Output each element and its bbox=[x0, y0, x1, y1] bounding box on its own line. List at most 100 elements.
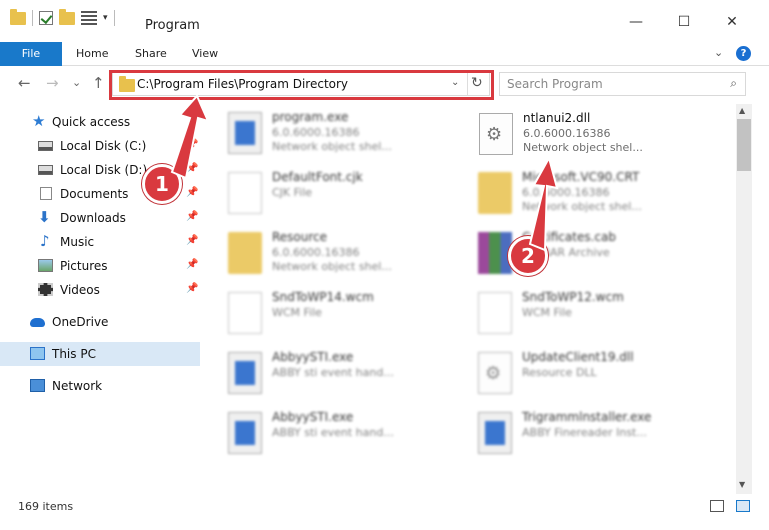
sidebar-item-label: Network bbox=[52, 379, 103, 393]
this-pc-icon bbox=[30, 347, 45, 360]
file-name: Trigrammlnstaller.exe bbox=[522, 410, 652, 424]
sidebar-item-label: Downloads bbox=[60, 211, 126, 225]
search-icon[interactable]: ⌕ bbox=[730, 76, 737, 91]
ribbon-tabs: File Home Share View ⌄ ? bbox=[0, 42, 769, 66]
help-icon[interactable]: ? bbox=[736, 46, 751, 61]
file-item[interactable]: program.exe 6.0.6000.16386 Network objec… bbox=[200, 106, 450, 162]
archive-file-icon bbox=[478, 232, 512, 274]
properties-check-icon[interactable] bbox=[39, 11, 53, 25]
documents-icon bbox=[40, 187, 52, 200]
dll-file-icon bbox=[478, 352, 512, 394]
exe-file-icon bbox=[228, 412, 262, 454]
sidebar-item-label: Pictures bbox=[60, 259, 108, 273]
vertical-scrollbar[interactable]: ▲ ▼ bbox=[736, 104, 752, 494]
file-item[interactable]: AbbyySTI.exe ABBY sti event hand... bbox=[200, 346, 450, 402]
disk-icon bbox=[38, 141, 53, 151]
tab-file[interactable]: File bbox=[0, 42, 62, 66]
onedrive-icon bbox=[30, 318, 45, 327]
sidebar-item-label: Music bbox=[60, 235, 95, 249]
file-item[interactable]: UpdateClient19.dll Resource DLL bbox=[450, 346, 700, 402]
file-type: Resource DLL bbox=[522, 366, 597, 379]
scrollbar-thumb[interactable] bbox=[737, 119, 751, 171]
pin-icon[interactable]: 📌 bbox=[186, 163, 198, 174]
pin-icon[interactable]: 📌 bbox=[186, 283, 198, 294]
dll-file-icon bbox=[479, 113, 513, 155]
pin-icon[interactable]: 📌 bbox=[186, 187, 198, 198]
file-name: AbbyySTI.exe bbox=[272, 350, 354, 364]
file-name: Microsoft.VC90.CRT bbox=[522, 170, 640, 184]
file-description: ABBY sti event hand... bbox=[272, 426, 394, 439]
scroll-down-icon[interactable]: ▼ bbox=[739, 480, 745, 489]
new-folder-icon[interactable] bbox=[59, 8, 75, 25]
file-item[interactable]: Microsoft.VC90.CRT 6.0.6000.16386 Networ… bbox=[450, 166, 700, 222]
pin-icon[interactable]: 📌 bbox=[186, 235, 198, 246]
file-description: Network object shel... bbox=[523, 141, 643, 154]
sidebar-item-label: Videos bbox=[60, 283, 100, 297]
address-highlight bbox=[109, 70, 494, 100]
large-icons-view-icon[interactable] bbox=[736, 500, 750, 512]
sidebar-item-pictures[interactable]: Pictures 📌 bbox=[0, 254, 200, 278]
file-description: Network object shel... bbox=[522, 200, 642, 213]
file-item[interactable]: DefaultFont.cjk CJK File bbox=[200, 166, 450, 222]
expand-ribbon-chevron-icon[interactable]: ⌄ bbox=[714, 46, 723, 59]
file-type: WCM File bbox=[522, 306, 572, 319]
sidebar-item-videos[interactable]: Videos 📌 bbox=[0, 278, 200, 302]
file-description: ABBY Finereader Inst... bbox=[522, 426, 647, 439]
file-version: 6.0.6000.16386 bbox=[522, 186, 610, 199]
file-item[interactable]: Resource 6.0.6000.16386 Network object s… bbox=[200, 226, 450, 282]
file-name: ntlanui2.dll bbox=[523, 111, 591, 125]
tab-view[interactable]: View bbox=[192, 42, 218, 66]
sidebar-item-music[interactable]: ♪ Music 📌 bbox=[0, 230, 200, 254]
file-item[interactable]: Trigrammlnstaller.exe ABBY Finereader In… bbox=[450, 406, 700, 462]
pin-icon[interactable]: 📌 bbox=[186, 211, 198, 222]
scroll-up-icon[interactable]: ▲ bbox=[739, 106, 745, 115]
search-input[interactable]: Search Program bbox=[507, 77, 603, 91]
sidebar-item-local-disk-c[interactable]: Local Disk (C:) 📌 bbox=[0, 134, 200, 158]
minimize-button[interactable]: — bbox=[613, 14, 659, 30]
divider bbox=[113, 10, 115, 26]
maximize-button[interactable]: ☐ bbox=[661, 14, 707, 30]
pin-icon[interactable]: 📌 bbox=[186, 139, 198, 150]
sidebar-item-label: This PC bbox=[52, 347, 96, 361]
up-button[interactable]: ↑ bbox=[92, 74, 105, 92]
sidebar-item-downloads[interactable]: ⬇ Downloads 📌 bbox=[0, 206, 200, 230]
file-name: AbbyySTI.exe bbox=[272, 410, 354, 424]
document-file-icon bbox=[478, 292, 512, 334]
forward-button[interactable]: → bbox=[46, 74, 59, 92]
pictures-icon bbox=[38, 259, 53, 272]
back-button[interactable]: ← bbox=[18, 74, 31, 92]
recent-locations-button[interactable]: ⌄ bbox=[72, 76, 81, 89]
tab-home[interactable]: Home bbox=[76, 42, 108, 66]
close-button[interactable]: ✕ bbox=[709, 14, 755, 30]
file-name: program.exe bbox=[272, 110, 349, 124]
file-item[interactable]: Certificates.cab WinRAR Archive bbox=[450, 226, 700, 282]
status-bar: 169 items bbox=[0, 494, 769, 530]
download-icon: ⬇ bbox=[38, 208, 51, 226]
file-name: UpdateClient19.dll bbox=[522, 350, 634, 364]
sidebar-item-this-pc[interactable]: This PC bbox=[0, 342, 200, 366]
file-item[interactable]: AbbyySTI.exe ABBY sti event hand... bbox=[200, 406, 450, 462]
properties-icon[interactable] bbox=[81, 11, 97, 25]
exe-file-icon bbox=[478, 412, 512, 454]
videos-icon bbox=[38, 283, 53, 296]
sidebar-item-onedrive[interactable]: OneDrive bbox=[0, 310, 200, 334]
sidebar-item-label: Quick access bbox=[52, 115, 131, 129]
window-title: Program bbox=[145, 18, 200, 33]
file-item-selected[interactable]: ntlanui2.dll 6.0.6000.16386 Network obje… bbox=[450, 106, 700, 162]
sidebar-item-quick-access[interactable]: ★ Quick access bbox=[0, 110, 200, 134]
file-type: CJK File bbox=[272, 186, 313, 199]
folder-icon bbox=[228, 232, 262, 274]
file-item[interactable]: SndToWP12.wcm WCM File bbox=[450, 286, 700, 342]
search-box[interactable]: Search Program ⌕ bbox=[499, 72, 746, 96]
navigation-pane: ★ Quick access Local Disk (C:) 📌 Local D… bbox=[0, 104, 200, 494]
tab-share[interactable]: Share bbox=[135, 42, 167, 66]
pin-icon[interactable]: 📌 bbox=[186, 259, 198, 270]
details-view-icon[interactable] bbox=[710, 500, 724, 512]
sidebar-item-network[interactable]: Network bbox=[0, 374, 200, 398]
network-icon bbox=[30, 379, 45, 392]
file-description: Network object shel... bbox=[272, 260, 392, 273]
file-item[interactable]: SndToWP14.wcm WCM File bbox=[200, 286, 450, 342]
callout-step-2: 2 bbox=[508, 236, 548, 276]
customize-toolbar-chevron-icon[interactable]: ▾ bbox=[103, 13, 108, 23]
star-icon: ★ bbox=[32, 112, 46, 130]
